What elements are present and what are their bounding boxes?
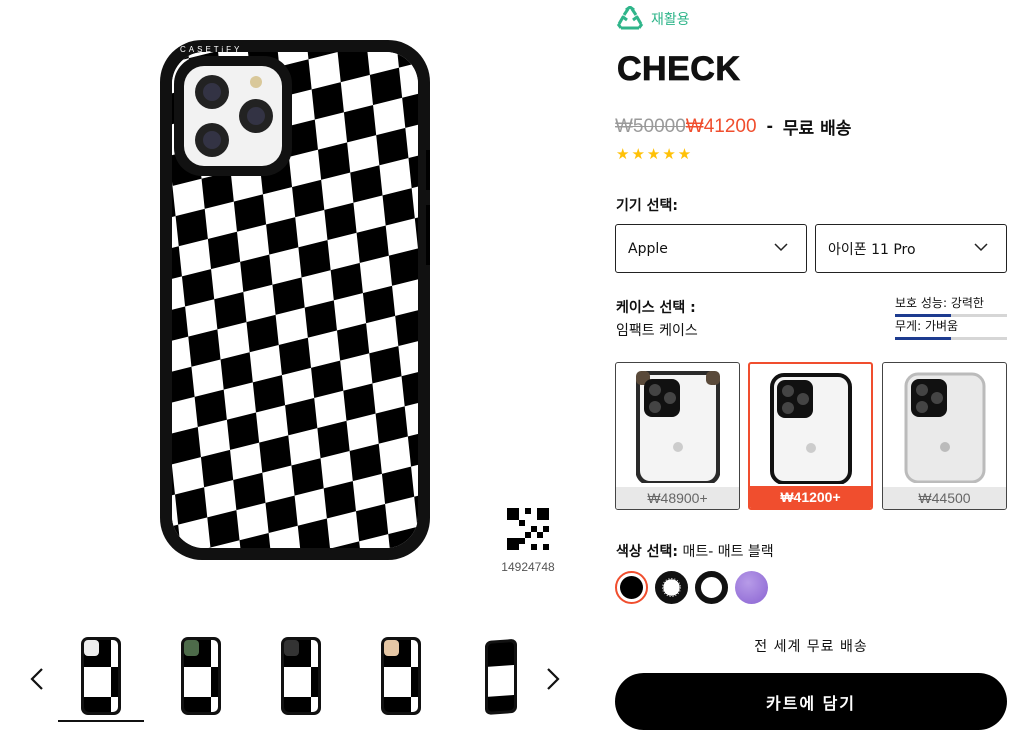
worldwide-shipping-banner: 전 세계 무료 배송 [754,639,868,655]
color-swatches [615,571,768,604]
case-option-image [616,371,739,489]
case-brand-text: CASETiFY [180,45,242,54]
chevron-down-icon [774,243,788,252]
chevron-down-icon [974,243,988,252]
swatch-lavender[interactable] [735,571,768,604]
case-select-label: 케이스 선택 : [616,300,696,316]
color-select-title: 색상 선택: [616,544,678,560]
rating-stars: ★★★★★ [616,145,694,163]
protection-spec: 보호 성능: 강력한 [895,294,1007,317]
original-price: ₩50000 [615,115,686,137]
case-select-value: 임팩트 케이스 [616,323,698,339]
case-option-price: ₩48900+ [616,487,739,509]
sale-price: ₩41200 [685,115,757,137]
recycle-label: 재활용 [651,12,690,28]
case-option-3[interactable]: ₩44500 [882,362,1007,510]
weight-spec-label: 무게: 가벼움 [895,319,959,333]
case-option-1[interactable]: ₩48900+ [615,362,740,510]
price-row: ₩50000 ₩41200 - 무료 배송 [615,114,852,140]
case-option-2[interactable]: ₩41200+ [748,362,873,510]
color-select-value: 매트- 매트 블랙 [682,544,774,560]
case-option-image [883,371,1006,489]
thumbnail-5[interactable] [458,630,544,722]
brand-select-value: Apple [628,240,668,257]
swatch-black-white-ring[interactable] [695,571,728,604]
recycle-badge: 재활용 [615,5,690,33]
phone-case-illustration: CASETiFY [160,40,430,560]
thumbnail-1[interactable] [58,630,144,722]
model-select-value: 아이폰 11 Pro [828,241,916,258]
qr-code-icon [507,508,549,550]
sku-code: 14924748 [501,560,555,574]
case-option-price: ₩41200+ [750,486,871,508]
thumbnail-2[interactable] [158,630,244,722]
device-select-label: 기기 선택: [616,198,678,214]
weight-level-bar [895,337,1007,340]
add-to-cart-button[interactable]: 카트에 담기 [615,673,1007,730]
protection-spec-label: 보호 성능: 강력한 [895,296,984,310]
free-shipping-note: 무료 배송 [782,119,852,139]
swatch-matte-black[interactable] [615,571,648,604]
case-option-price: ₩44500 [883,487,1006,509]
prev-arrow-icon[interactable] [22,664,52,694]
model-select[interactable]: 아이폰 11 Pro [815,224,1007,273]
brand-select[interactable]: Apple [615,224,807,273]
thumbnail-4[interactable] [358,630,444,722]
next-arrow-icon[interactable] [538,664,568,694]
price-separator: - [766,115,773,137]
weight-spec: 무게: 가벼움 [895,317,1007,340]
case-option-image [750,372,871,490]
thumbnail-strip [20,630,580,730]
swatch-speckled-black[interactable] [655,571,688,604]
color-select-label: 색상 선택: 매트- 매트 블랙 [616,541,774,561]
product-title: CHECK [617,50,741,89]
recycle-icon [616,6,644,30]
product-hero-image: CASETiFY [160,40,430,560]
thumbnail-3[interactable] [258,630,344,722]
